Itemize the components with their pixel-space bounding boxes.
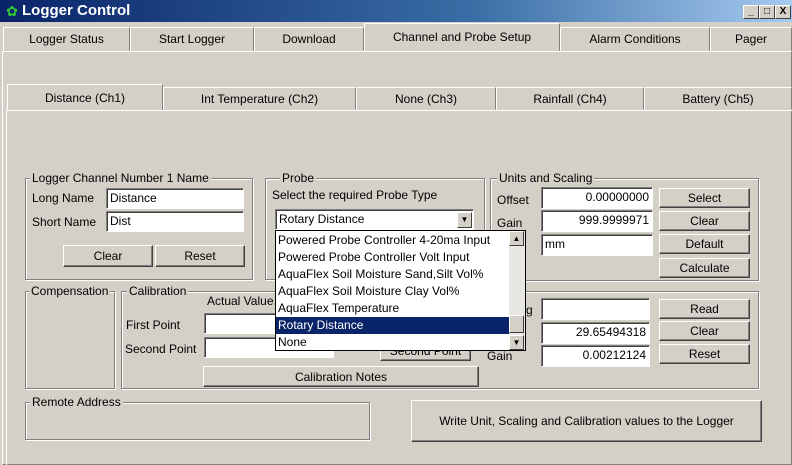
read-value-input[interactable]: [541, 298, 650, 320]
default-button[interactable]: Default: [659, 234, 750, 254]
tab-pager[interactable]: Pager: [710, 27, 792, 51]
probe-legend: Probe: [280, 171, 317, 185]
dropdown-option[interactable]: AquaFlex Soil Moisture Clay Vol%: [276, 283, 509, 300]
short-name-label: Short Name: [32, 215, 97, 229]
units-input[interactable]: mm: [541, 234, 653, 256]
channel-name-legend: Logger Channel Number 1 Name: [30, 171, 211, 185]
long-name-input[interactable]: Distance: [106, 188, 244, 209]
units-clear-button[interactable]: Clear: [659, 211, 750, 231]
calibration-offset-input[interactable]: 29.65494318: [541, 322, 650, 344]
select-button[interactable]: Select: [659, 188, 750, 208]
channel-name-reset-button[interactable]: Reset: [155, 245, 245, 267]
dropdown-option-selected[interactable]: Rotary Distance: [276, 317, 509, 334]
offset-label: Offset: [497, 193, 529, 207]
minimize-button[interactable]: _: [743, 5, 759, 19]
tab-channel-2[interactable]: Int Temperature (Ch2): [163, 87, 356, 110]
calibration-clear-button[interactable]: Clear: [659, 321, 750, 341]
tab-channel-probe-setup[interactable]: Channel and Probe Setup: [364, 23, 560, 52]
compensation-legend: Compensation: [29, 284, 111, 298]
remote-address-legend: Remote Address: [30, 395, 123, 409]
dropdown-option[interactable]: Powered Probe Controller Volt Input: [276, 249, 509, 266]
short-name-input[interactable]: Dist: [106, 211, 244, 232]
tab-start-logger[interactable]: Start Logger: [130, 27, 254, 51]
tab-channel-3[interactable]: None (Ch3): [356, 87, 496, 110]
probe-dropdown-list: Powered Probe Controller 4-20ma Input Po…: [275, 230, 526, 351]
window-title: Logger Control: [22, 2, 131, 19]
maximize-button[interactable]: □: [759, 5, 775, 19]
gain-input[interactable]: 999.9999971: [541, 210, 653, 232]
calculate-button[interactable]: Calculate: [659, 258, 750, 278]
dropdown-arrow-icon[interactable]: ▼: [457, 212, 472, 228]
scroll-down-icon[interactable]: ▼: [509, 335, 524, 350]
first-point-label: First Point: [126, 318, 181, 332]
actual-value-label: Actual Value: [207, 294, 274, 308]
gain-label: Gain: [497, 216, 523, 230]
probe-instruction: Select the required Probe Type: [272, 188, 438, 202]
dropdown-option[interactable]: None: [276, 334, 509, 351]
close-button[interactable]: X: [775, 5, 791, 19]
units-scaling-legend: Units and Scaling: [497, 171, 595, 185]
calibration-gain-input[interactable]: 0.00212124: [541, 345, 650, 367]
dropdown-option[interactable]: Powered Probe Controller 4-20ma Input: [276, 232, 509, 249]
tab-channel-5[interactable]: Battery (Ch5): [644, 87, 792, 110]
dropdown-option[interactable]: AquaFlex Soil Moisture Sand,Silt Vol%: [276, 266, 509, 283]
read-button[interactable]: Read: [659, 299, 750, 319]
scroll-thumb[interactable]: [509, 315, 524, 333]
tab-logger-status[interactable]: Logger Status: [3, 27, 130, 51]
channel-name-clear-button[interactable]: Clear: [63, 245, 153, 267]
long-name-label: Long Name: [32, 191, 95, 205]
scroll-up-icon[interactable]: ▲: [509, 231, 524, 246]
write-to-logger-button[interactable]: Write Unit, Scaling and Calibration valu…: [411, 400, 762, 442]
dropdown-option[interactable]: AquaFlex Temperature: [276, 300, 509, 317]
tab-channel-1[interactable]: Distance (Ch1): [7, 84, 163, 111]
calibration-reset-button[interactable]: Reset: [659, 344, 750, 364]
offset-input[interactable]: 0.00000000: [541, 187, 653, 209]
second-point-label: Second Point: [125, 342, 197, 356]
compensation-group: [25, 291, 115, 389]
tab-channel-4[interactable]: Rainfall (Ch4): [496, 87, 644, 110]
tab-download[interactable]: Download: [254, 27, 364, 51]
app-icon: ✿: [6, 3, 18, 19]
probe-type-select[interactable]: Rotary Distance: [275, 209, 474, 230]
tab-alarm-conditions[interactable]: Alarm Conditions: [560, 27, 710, 51]
calibration-legend: Calibration: [127, 284, 189, 298]
calibration-partial-label: g: [526, 303, 533, 317]
calibration-notes-button[interactable]: Calibration Notes: [203, 366, 479, 387]
